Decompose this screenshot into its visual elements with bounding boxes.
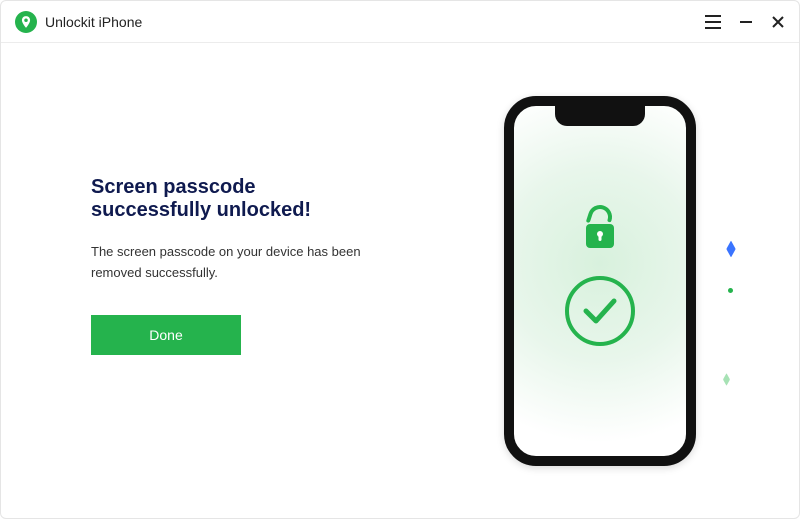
titlebar: Unlockit iPhone: [1, 1, 799, 43]
sparkle-icon: [723, 373, 730, 386]
phone-screen: [514, 106, 686, 456]
app-logo: [15, 11, 37, 33]
done-button[interactable]: Done: [91, 315, 241, 355]
phone-illustration: [504, 96, 696, 466]
content: Screen passcode successfully unlocked! T…: [1, 43, 799, 518]
checkmark-circle-icon: [563, 274, 637, 348]
close-icon[interactable]: [771, 15, 785, 29]
titlebar-left: Unlockit iPhone: [15, 11, 142, 33]
success-heading: Screen passcode successfully unlocked!: [91, 176, 370, 222]
success-subtext: The screen passcode on your device has b…: [91, 242, 370, 284]
app-title: Unlockit iPhone: [45, 14, 142, 30]
sparkle-icon: [728, 288, 733, 293]
window-controls: [705, 15, 785, 29]
sparkle-icon: [726, 241, 735, 258]
message-pane: Screen passcode successfully unlocked! T…: [1, 176, 400, 386]
unlock-icon: [578, 204, 622, 252]
location-pin-icon: [19, 15, 33, 29]
minimize-icon[interactable]: [739, 15, 753, 29]
menu-icon[interactable]: [705, 15, 721, 29]
illustration-pane: [400, 43, 799, 518]
